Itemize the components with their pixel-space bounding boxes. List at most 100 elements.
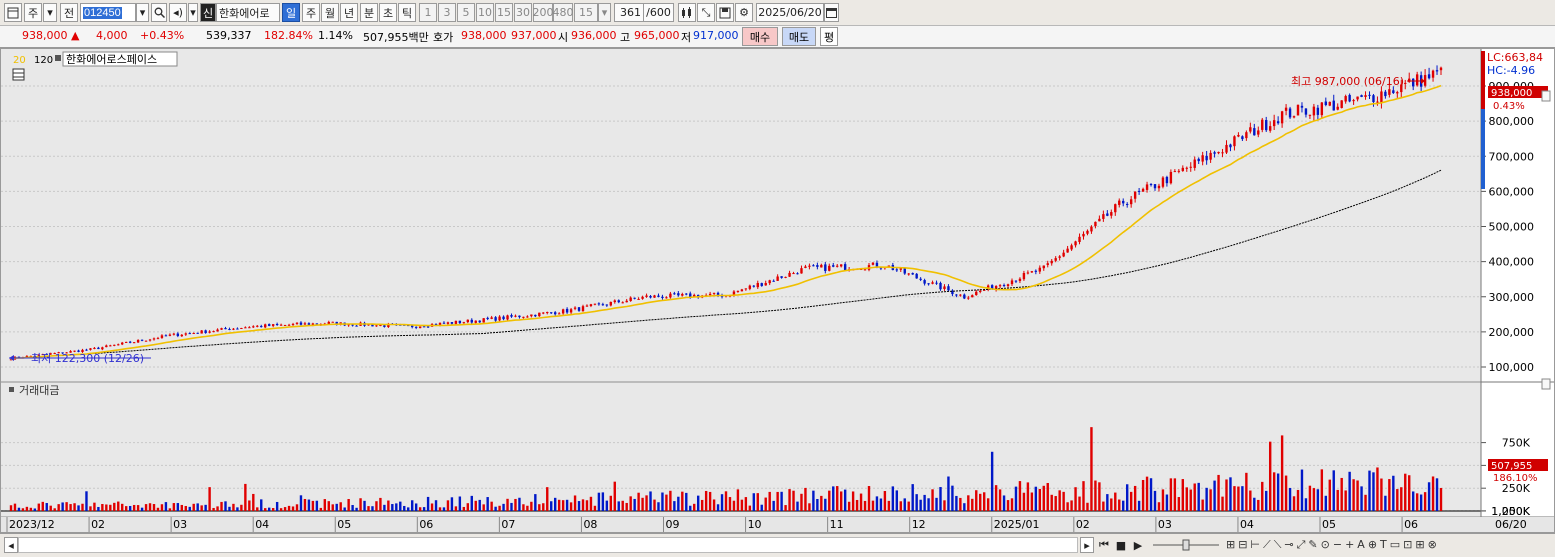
volume-bar (859, 493, 863, 511)
volume-bar (1296, 489, 1300, 511)
period-second-tab[interactable]: 초 (379, 3, 397, 22)
rewind-icon[interactable]: ⏮ (1096, 537, 1112, 553)
volume-bar (33, 508, 37, 511)
calendar-icon[interactable] (824, 3, 839, 22)
stop-icon[interactable]: ■ (1113, 537, 1129, 553)
candle-body (514, 315, 517, 317)
interval-15[interactable]: 15 (495, 3, 513, 22)
search-icon[interactable] (151, 3, 167, 22)
candle-body (526, 316, 529, 318)
scroll-right-arrow[interactable]: ▸ (1080, 537, 1094, 553)
date-input[interactable]: 2025/06/20 (756, 3, 824, 22)
volume-bar (1129, 491, 1133, 511)
candle-type-icon[interactable] (678, 3, 696, 22)
speaker-dropdown-arrow[interactable]: ▾ (188, 3, 198, 22)
volume-bar (665, 494, 668, 511)
candle-body (780, 276, 783, 278)
period-minute-tab[interactable]: 분 (360, 3, 378, 22)
interval-3[interactable]: 3 (438, 3, 456, 22)
candle-body (804, 266, 807, 268)
volume-bar (899, 501, 902, 511)
period-dropdown-arrow[interactable]: ▾ (43, 3, 57, 22)
volume-bar (1185, 487, 1188, 511)
interval-480[interactable]: 480 (553, 3, 574, 22)
interval-30[interactable]: 30 (514, 3, 532, 22)
candle-body (935, 282, 938, 284)
layout-icon (7, 7, 19, 18)
candle-body (482, 318, 485, 323)
speaker-icon[interactable]: ◂) (169, 3, 187, 22)
period-month-tab[interactable]: 월 (321, 3, 339, 22)
chart-area[interactable]: 900,000800,000700,000600,000500,000400,0… (0, 48, 1555, 533)
volume-bar (716, 504, 720, 511)
interval-200[interactable]: 200 (533, 3, 554, 22)
window-icon[interactable] (4, 3, 22, 22)
zoom-slider[interactable] (1150, 537, 1222, 553)
volume-bar (1082, 481, 1085, 511)
candle-body (1292, 116, 1296, 118)
period-week-button[interactable]: 주 (24, 3, 42, 22)
scroll-track[interactable] (18, 537, 1078, 553)
period-day-button[interactable]: 일 (282, 3, 300, 22)
stock-name-field[interactable]: 한화에어로 (216, 3, 280, 22)
volume-bar (843, 489, 847, 511)
volume-bar (700, 499, 704, 511)
candle-body (593, 303, 597, 305)
all-button[interactable]: 전 (60, 3, 78, 22)
stock-code-input[interactable]: 012450 (80, 3, 136, 22)
candle-body (1034, 270, 1038, 272)
volume-bar (693, 503, 696, 511)
save-icon[interactable] (716, 3, 734, 22)
sell-button[interactable]: 매도 (782, 27, 816, 46)
candle-body (1261, 119, 1264, 130)
candle-body (1006, 284, 1010, 287)
scroll-left-arrow[interactable]: ◂ (4, 537, 18, 553)
drawing-tools[interactable]: ⊞⊟⊢⟋⟍⊸⤢✎⊙−+A⊕T▭⊡⊞⊗ (1226, 537, 1526, 553)
volume-bar (1384, 495, 1387, 511)
candle-body (1137, 190, 1141, 192)
interval-10[interactable]: 10 (476, 3, 494, 22)
period-week-tab[interactable]: 주 (302, 3, 320, 22)
interval-5[interactable]: 5 (457, 3, 475, 22)
candle-body (1141, 188, 1145, 192)
volume-bar (1038, 488, 1042, 511)
candle-body (1328, 101, 1331, 106)
settings-gear-icon[interactable]: ⚙ (735, 3, 753, 22)
avg-button[interactable]: 평 (820, 27, 838, 46)
volume-bar (144, 504, 148, 511)
interval-input[interactable]: 15 (574, 3, 598, 22)
period-year-tab[interactable]: 년 (340, 3, 358, 22)
candle-body (1280, 111, 1284, 124)
candle-body (1177, 170, 1181, 172)
volume-bar (1197, 482, 1200, 511)
crosshair-icon[interactable]: ⤡ (697, 3, 715, 22)
volume-bar (438, 507, 442, 511)
volume-bar (990, 451, 994, 511)
candle-body (661, 296, 664, 298)
count-input[interactable]: 361 (614, 3, 644, 22)
period-tick-tab[interactable]: 틱 (398, 3, 416, 22)
volume-scroll-handle[interactable] (1541, 378, 1551, 390)
volume-bar (1435, 478, 1439, 511)
volume-bar (113, 502, 116, 511)
table-icon[interactable] (12, 68, 25, 81)
candle-body (1090, 226, 1093, 232)
candle-body (1423, 75, 1427, 86)
buy-button[interactable]: 매수 (742, 27, 778, 46)
play-icon[interactable]: ▶ (1130, 537, 1146, 553)
price-scroll-handle[interactable] (1541, 90, 1551, 102)
candle-body (1153, 184, 1157, 189)
interval-dropdown-arrow[interactable]: ▾ (598, 3, 611, 22)
volume-bar (1066, 502, 1069, 511)
interval-1[interactable]: 1 (419, 3, 437, 22)
volume-bar (1157, 502, 1161, 511)
volume-bar (1292, 496, 1296, 511)
volume-bar (57, 504, 60, 511)
chart-svg[interactable]: 900,000800,000700,000600,000500,000400,0… (1, 49, 1554, 532)
x-tick-label: 02 (1076, 518, 1090, 531)
price-tick-label: 800,000 (1489, 115, 1535, 128)
code-dropdown-arrow[interactable]: ▾ (136, 3, 149, 22)
candle-body (633, 297, 636, 299)
volume-bar (1268, 441, 1272, 511)
candle-body (1372, 95, 1375, 103)
